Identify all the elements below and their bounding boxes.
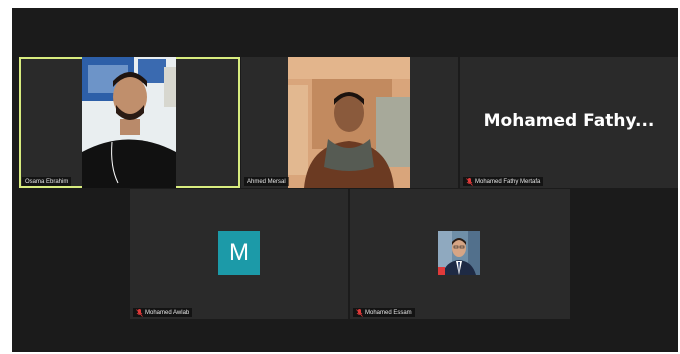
participant-video xyxy=(288,57,410,188)
participant-name: Mohamed Fathy Mertafa xyxy=(475,178,541,185)
participant-tile-mohamed-awlab[interactable]: M Mohamed Awlab xyxy=(130,189,348,319)
microphone-off-icon xyxy=(356,308,363,317)
participant-name-tag: Osama Ebrahim xyxy=(22,177,72,186)
participant-name: Ahmed Mersal xyxy=(247,178,286,185)
participant-name-tag: Mohamed Fathy Mertafa xyxy=(463,177,544,186)
participant-avatar xyxy=(438,231,480,275)
participant-name: Mohamed Awlab xyxy=(145,309,190,316)
participant-display-name: Mohamed Fathy... xyxy=(483,111,655,131)
meeting-stage: Osama Ebrahim Ahmed Mersal Mohamed Fathy… xyxy=(12,8,678,352)
participant-tile-ahmed[interactable]: Ahmed Mersal xyxy=(241,57,458,188)
participant-name: Osama Ebrahim xyxy=(25,178,69,185)
participant-name: Mohamed Essam xyxy=(365,309,412,316)
participant-name-tag: Mohamed Essam xyxy=(353,308,415,317)
participant-tile-mohamed-essam[interactable]: Mohamed Essam xyxy=(350,189,570,319)
microphone-off-icon xyxy=(466,177,473,186)
participant-tile-osama[interactable]: Osama Ebrahim xyxy=(19,57,240,188)
avatar-initial: M xyxy=(229,239,249,266)
participant-video xyxy=(82,57,176,188)
participant-tile-mohamed-fathy[interactable]: Mohamed Fathy... Mohamed Fathy Mertafa xyxy=(460,57,678,188)
participant-name-tag: Mohamed Awlab xyxy=(133,308,193,317)
participant-avatar: M xyxy=(218,231,260,275)
participant-name-tag: Ahmed Mersal xyxy=(244,177,289,186)
microphone-off-icon xyxy=(136,308,143,317)
